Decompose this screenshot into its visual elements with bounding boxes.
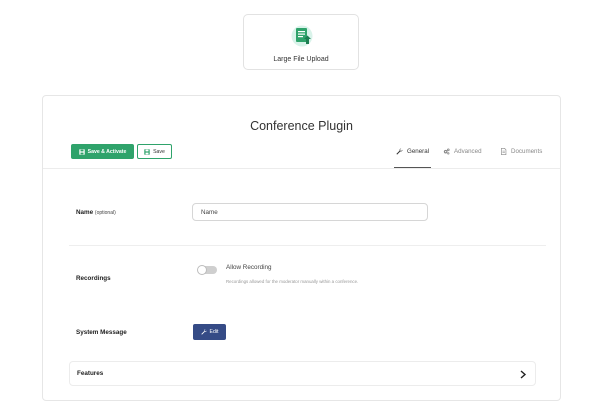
document-upload-icon	[291, 25, 313, 47]
name-label: Name (optional)	[76, 209, 116, 216]
row-divider	[69, 245, 546, 246]
tab-advanced[interactable]: Advanced	[443, 146, 482, 156]
gears-icon	[443, 148, 450, 154]
system-message-label: System Message	[76, 329, 127, 336]
save-button[interactable]: Save	[137, 144, 172, 159]
save-icon	[144, 148, 150, 155]
save-activate-button[interactable]: Save & Activate	[71, 144, 134, 159]
allow-recording-toggle[interactable]	[197, 265, 217, 275]
page-title: Conference Plugin	[250, 119, 353, 133]
save-label: Save	[153, 148, 165, 155]
tab-documents[interactable]: Documents	[500, 146, 542, 156]
tab-general[interactable]: General	[396, 146, 429, 156]
recordings-label: Recordings	[76, 275, 111, 282]
allow-recording-label: Allow Recording	[226, 264, 272, 271]
name-input[interactable]: Name	[192, 203, 428, 221]
plugin-settings-card: Conference Plugin Save & Activate Save G…	[42, 95, 561, 401]
document-icon	[501, 147, 507, 155]
tab-advanced-label: Advanced	[454, 147, 482, 155]
name-label-text: Name	[76, 209, 94, 216]
save-icon	[78, 148, 85, 155]
header-divider	[43, 168, 560, 169]
chevron-right-icon	[520, 370, 527, 379]
save-activate-label: Save & Activate	[87, 148, 127, 155]
wrench-icon	[200, 329, 207, 335]
tab-general-label: General	[407, 147, 430, 155]
large-file-upload-tile[interactable]: Large File Upload	[243, 14, 359, 70]
edit-label: Edit	[209, 329, 219, 335]
features-label: Features	[77, 370, 104, 377]
recording-help-text: Recordings allowed for the moderator man…	[226, 279, 359, 284]
edit-button[interactable]: Edit	[193, 324, 226, 340]
wrench-icon	[396, 147, 403, 155]
optional-hint: (optional)	[94, 210, 116, 216]
toggle-knob	[197, 265, 207, 275]
name-input-value: Name	[201, 208, 218, 216]
tile-label: Large File Upload	[273, 56, 329, 63]
tab-documents-label: Documents	[511, 147, 543, 155]
features-accordion[interactable]: Features	[69, 361, 536, 386]
